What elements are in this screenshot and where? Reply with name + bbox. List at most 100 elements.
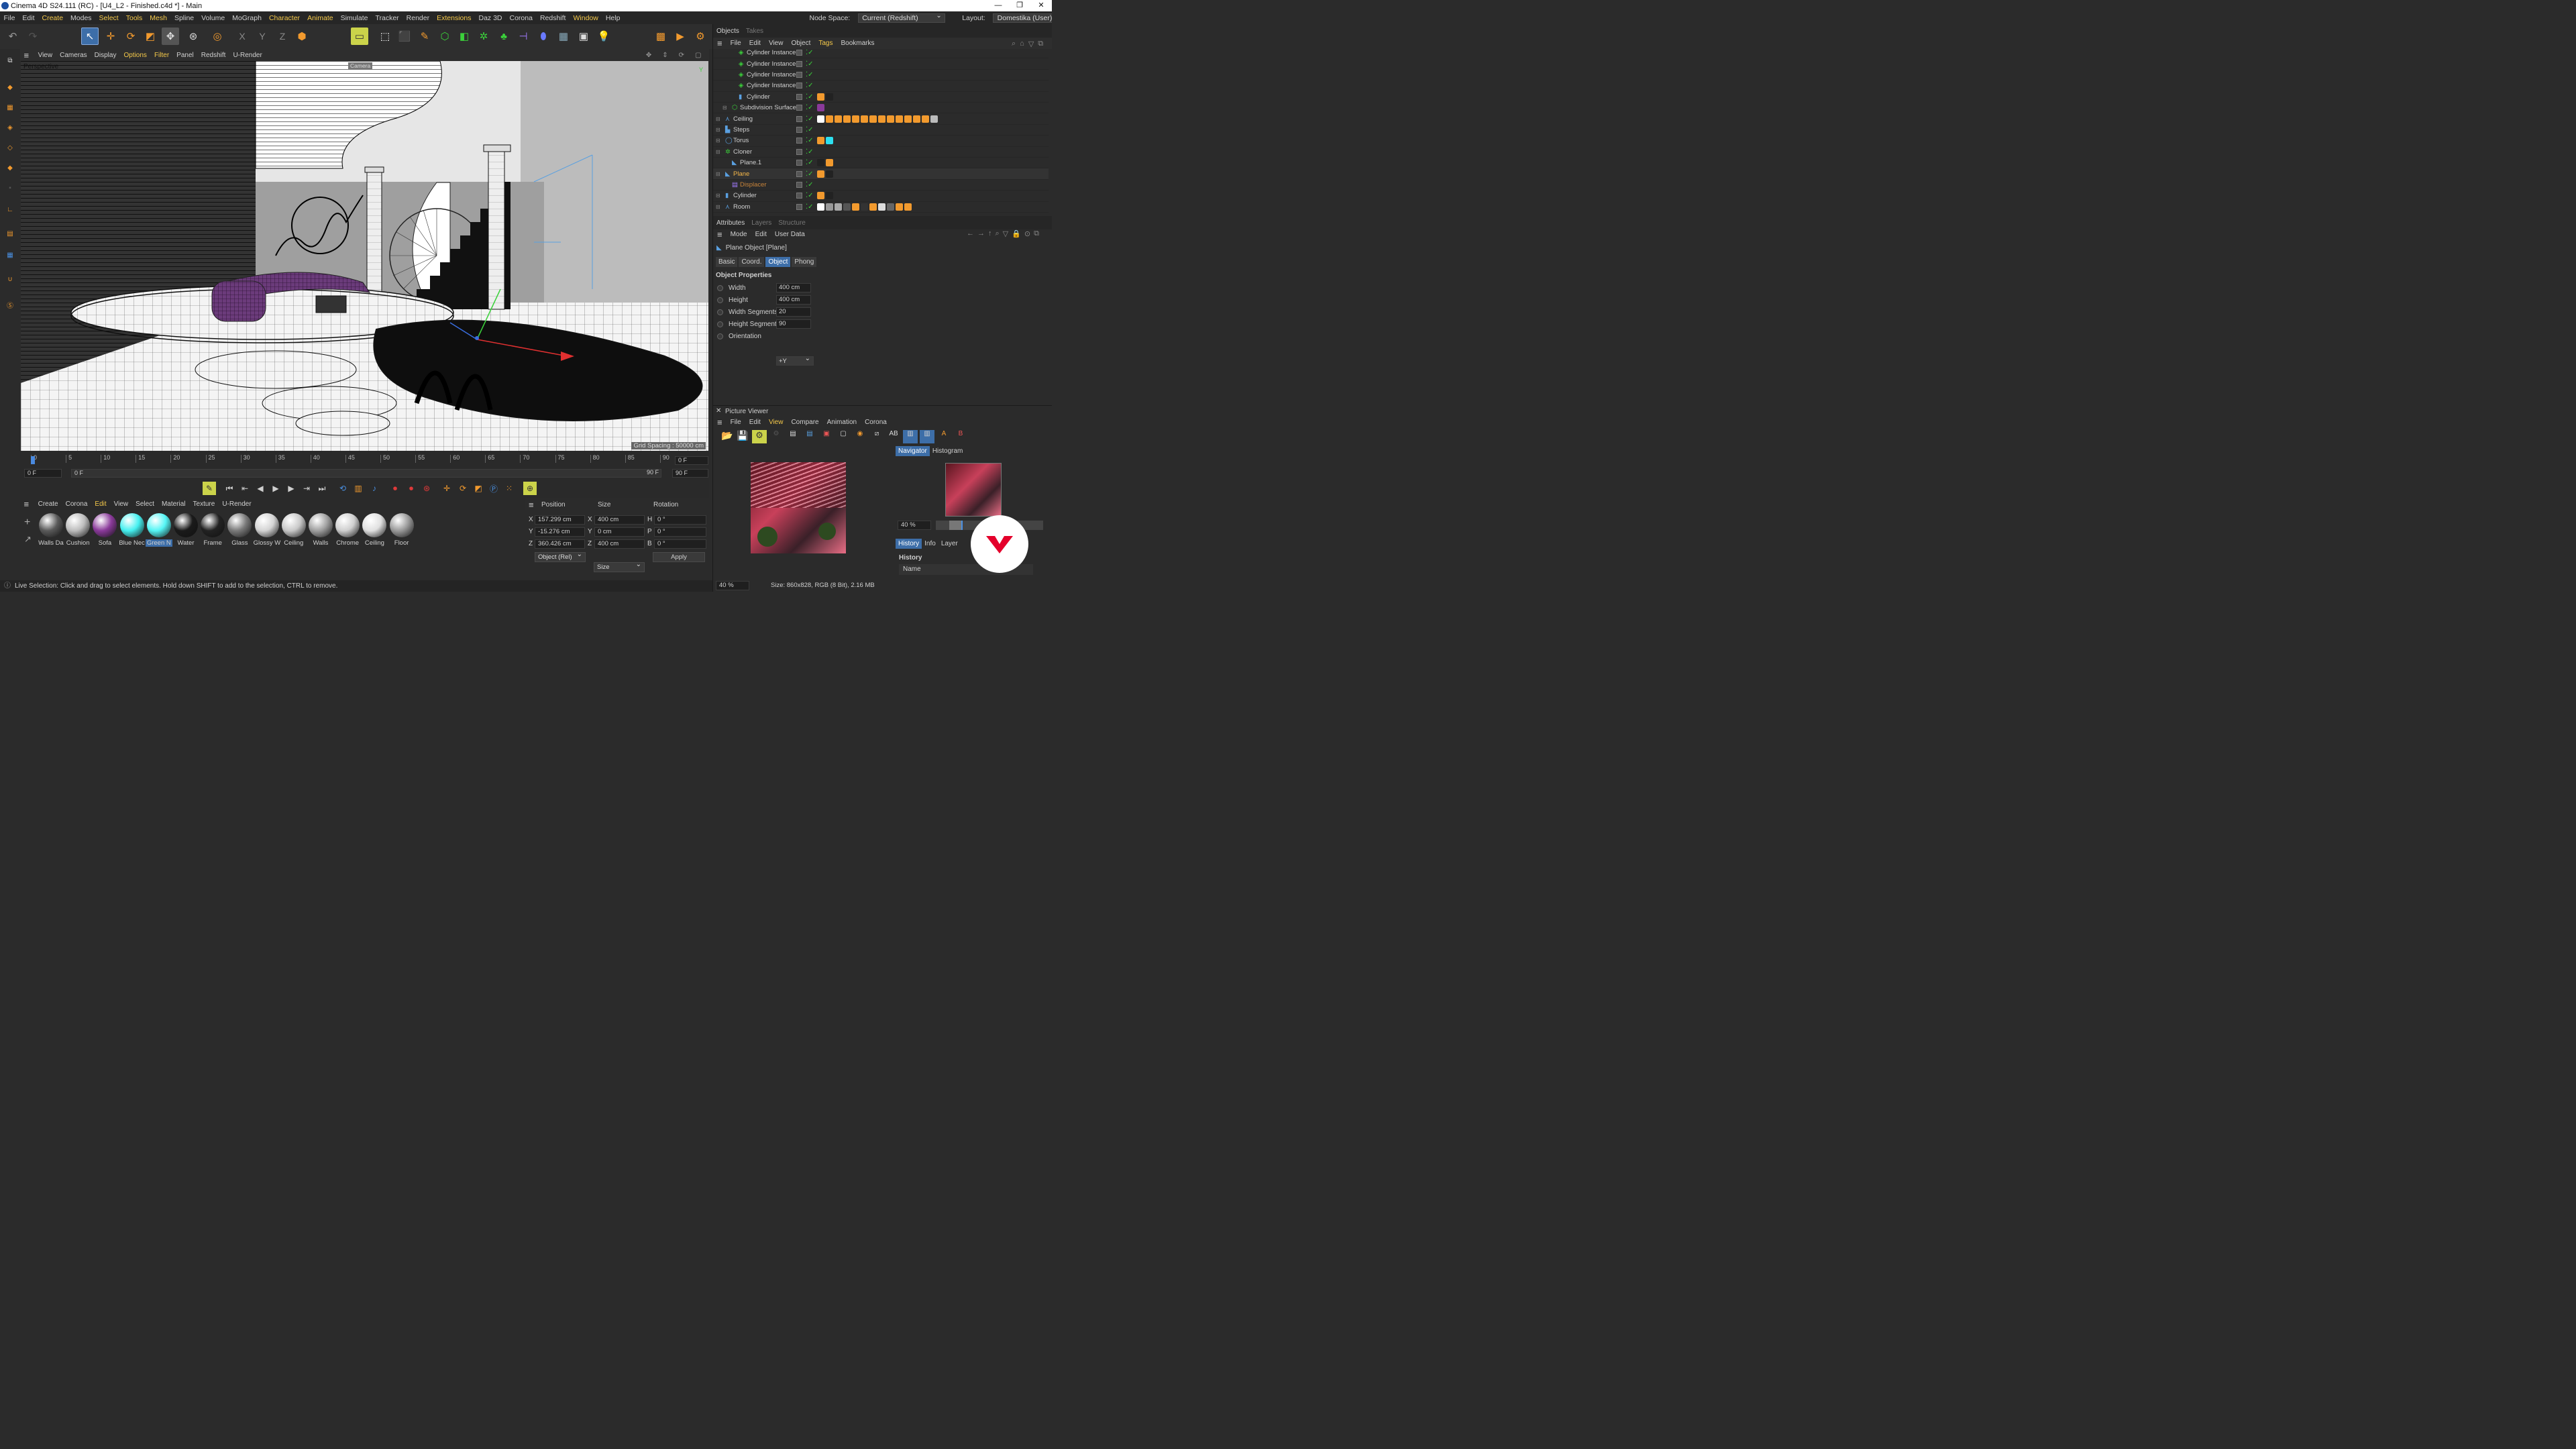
objects-menu-tags[interactable]: Tags — [814, 40, 837, 47]
current-frame-field[interactable]: 0 F — [675, 456, 708, 465]
home-icon[interactable]: ⌂ — [1020, 40, 1024, 48]
magnet-icon[interactable]: ∪ — [1, 270, 19, 288]
attributes-hamburger-icon[interactable]: ≡ — [713, 229, 727, 239]
visibility-toggle[interactable] — [796, 71, 802, 78]
prev-key-icon[interactable]: ⇤ — [238, 482, 252, 495]
y-axis-icon[interactable]: Y — [254, 28, 271, 45]
pv-fit-icon[interactable]: ▢ — [836, 430, 851, 443]
key-pla-icon[interactable]: ⁙ — [502, 482, 516, 495]
go-to-start-icon[interactable]: ⏮ — [223, 482, 236, 495]
tag-icon[interactable] — [817, 115, 824, 123]
tab-layers[interactable]: Layers — [748, 219, 775, 227]
close-button[interactable]: ✕ — [1030, 0, 1052, 11]
add-material-icon[interactable]: + — [24, 517, 30, 529]
prop-field[interactable]: 90 — [776, 319, 811, 329]
texture-mode-icon[interactable]: ▦ — [1, 99, 19, 116]
search-icon[interactable]: ⌕ — [1012, 40, 1016, 48]
new-window-icon[interactable]: ⧉ — [1038, 40, 1043, 48]
enabled-check-icon[interactable]: ⁚✓ — [806, 137, 814, 144]
pv-b-icon[interactable]: B — [953, 430, 968, 443]
animate-radio-icon[interactable] — [717, 309, 723, 315]
tag-icon[interactable] — [878, 115, 885, 123]
maximize-button[interactable]: ❐ — [1009, 0, 1030, 11]
attr-new-icon[interactable]: ⧉ — [1034, 229, 1039, 238]
objects-menu-view[interactable]: View — [765, 40, 788, 47]
floor-icon[interactable]: ▦ — [555, 28, 572, 45]
menu-mograph[interactable]: MoGraph — [229, 14, 266, 22]
object-row[interactable]: ◈ Cylinder Instance.2 ⁚✓ — [713, 58, 1049, 70]
pv-menu-file[interactable]: File — [727, 419, 745, 426]
menu-character[interactable]: Character — [265, 14, 303, 22]
forward-icon[interactable]: → — [977, 229, 985, 238]
navigator-tab[interactable]: Navigator — [896, 446, 930, 456]
object-row[interactable]: ⊟ ⋏ Ceiling ⁚✓ — [713, 113, 1049, 125]
expand-icon[interactable]: ⊟ — [716, 204, 720, 210]
up-icon[interactable]: ↑ — [988, 229, 992, 238]
tag-icon[interactable] — [835, 115, 842, 123]
pv-render-icon[interactable]: ⚙ — [752, 430, 767, 443]
camera-icon[interactable]: ▣ — [575, 28, 592, 45]
expand-icon[interactable]: ⊟ — [716, 127, 720, 133]
subtab-coord[interactable]: Coord. — [739, 257, 765, 267]
pv-menu-animation[interactable]: Animation — [823, 419, 861, 426]
move-icon[interactable]: ✛ — [102, 28, 119, 45]
key-position-icon[interactable]: ✛ — [440, 482, 453, 495]
object-row[interactable]: ▮ Cylinder ⁚✓ — [713, 92, 1049, 103]
pv-region-icon[interactable]: ▣ — [819, 430, 834, 443]
key-scale-icon[interactable]: ◩ — [472, 482, 485, 495]
tag-icon[interactable] — [896, 115, 903, 123]
pv-close-icon[interactable]: ✕ — [716, 407, 721, 415]
menu-animate[interactable]: Animate — [304, 14, 337, 22]
object-name[interactable]: Cylinder — [747, 93, 770, 101]
object-row[interactable]: ◈ Cylinder Instance.3 ⁚✓ — [713, 50, 1049, 59]
select-tool-icon[interactable]: ⬚ — [376, 28, 394, 45]
menu-file[interactable]: File — [0, 14, 19, 22]
visibility-toggle[interactable] — [796, 60, 802, 67]
animate-radio-icon[interactable] — [717, 321, 723, 327]
cube-icon[interactable]: ⬛ — [396, 28, 413, 45]
material-swatch[interactable]: Frame — [199, 513, 226, 547]
render-view-icon[interactable]: ▭ — [351, 28, 368, 45]
render-settings-icon[interactable]: ⚙ — [692, 28, 709, 45]
expand-icon[interactable]: ⊟ — [722, 105, 727, 111]
pv-footer-zoom[interactable]: 40 % — [716, 581, 749, 590]
world-coords-icon[interactable]: ⬢ — [293, 28, 311, 45]
coordinate-system-icon[interactable]: ◎ — [209, 28, 226, 45]
material-arrow-icon[interactable]: ↗ — [24, 534, 32, 545]
mograph-cloner-icon[interactable]: ✲ — [475, 28, 492, 45]
menu-mesh[interactable]: Mesh — [146, 14, 171, 22]
tag-icon[interactable] — [861, 203, 868, 211]
pv-layers-icon[interactable]: ▤ — [802, 430, 817, 443]
pen-icon[interactable]: ✎ — [416, 28, 433, 45]
key-rotation-icon[interactable]: ⟳ — [456, 482, 470, 495]
material-swatch[interactable]: Ceiling — [361, 513, 388, 547]
visibility-toggle[interactable] — [796, 93, 802, 100]
object-row[interactable]: ◈ Cylinder Instance ⁚✓ — [713, 80, 1049, 92]
object-name[interactable]: Ceiling — [733, 115, 753, 123]
enabled-check-icon[interactable]: ⁚✓ — [806, 203, 814, 211]
object-row[interactable]: ◈ Cylinder Instance.1 ⁚✓ — [713, 70, 1049, 81]
objects-menu-bookmarks[interactable]: Bookmarks — [837, 40, 878, 47]
menu-window[interactable]: Window — [570, 14, 602, 22]
size-y-field[interactable]: 0 cm — [594, 527, 645, 537]
enabled-check-icon[interactable]: ⁚✓ — [806, 148, 814, 156]
tag-icon[interactable] — [861, 115, 868, 123]
enabled-check-icon[interactable]: ⁚✓ — [806, 192, 814, 199]
tag-icon[interactable] — [826, 203, 833, 211]
material-hamburger-icon[interactable]: ≡ — [20, 499, 34, 509]
pv-copy-icon[interactable]: ▤ — [786, 430, 800, 443]
animate-radio-icon[interactable] — [717, 297, 723, 303]
loop-icon[interactable]: ⟲ — [336, 482, 350, 495]
tag-icon[interactable] — [887, 203, 894, 211]
viewport-menu-display[interactable]: Display — [91, 52, 120, 59]
scale-icon[interactable]: ◩ — [142, 28, 159, 45]
object-name[interactable]: Cylinder — [733, 192, 757, 199]
visibility-toggle[interactable] — [796, 126, 802, 133]
menu-edit[interactable]: Edit — [19, 14, 38, 22]
timeline-ruler[interactable]: 0 5 10 15 20 25 30 35 40 45 50 55 60 65 70 75 80 85 90 — [20, 453, 709, 466]
pv-menu-corona[interactable]: Corona — [861, 419, 891, 426]
attributes-menu-user-data[interactable]: User Data — [771, 231, 809, 238]
viewport-menu-view[interactable]: View — [34, 52, 56, 59]
pv-save-icon[interactable]: 💾 — [737, 430, 750, 443]
material-menu-view[interactable]: View — [110, 500, 132, 508]
